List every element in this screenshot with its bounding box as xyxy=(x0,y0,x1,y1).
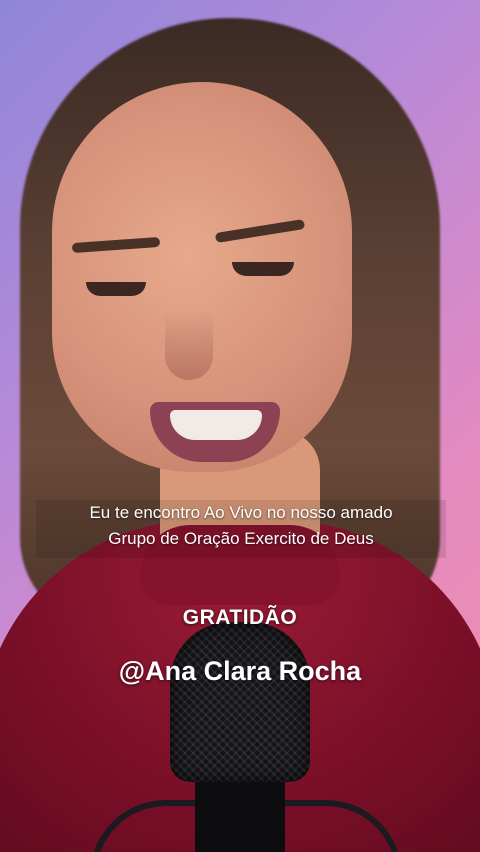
caption-line-1: Eu te encontro Ao Vivo no nosso amado xyxy=(89,503,393,522)
nose xyxy=(165,310,213,380)
creator-handle: @Ana Clara Rocha xyxy=(118,656,362,686)
subtitle-caption: Eu te encontro Ao Vivo no nosso amado Gr… xyxy=(36,500,446,558)
caption-line-2: Grupo de Oração Exercito de Deus xyxy=(108,529,374,548)
right-eye xyxy=(232,262,294,276)
headline-text: GRATIDÃO xyxy=(182,606,298,629)
left-eye xyxy=(86,282,146,296)
video-frame[interactable]: Eu te encontro Ao Vivo no nosso amado Gr… xyxy=(0,0,480,852)
teeth xyxy=(170,410,262,440)
microphone-icon xyxy=(170,622,310,782)
